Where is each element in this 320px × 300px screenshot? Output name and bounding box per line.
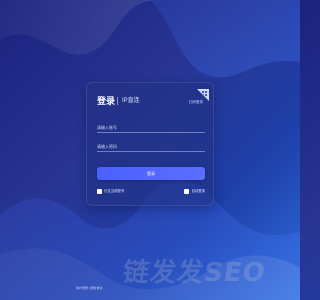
card-header: 登录 IP直连 扫码登录 bbox=[97, 89, 209, 111]
login-title: 登录 bbox=[97, 96, 116, 106]
remember-account-label: 记住当前账号 bbox=[104, 188, 125, 193]
auto-login-checkbox-icon[interactable] bbox=[184, 188, 190, 194]
footer-links[interactable]: 用户登录 | 服务协议 bbox=[76, 286, 102, 290]
remember-account-option[interactable]: 记住当前账号 bbox=[97, 187, 124, 195]
login-options: 记住当前账号 自动登录 bbox=[97, 187, 205, 195]
auto-login-option[interactable]: 自动登录 bbox=[184, 187, 205, 195]
remember-checkbox-icon[interactable] bbox=[97, 188, 102, 194]
auto-login-label: 自动登录 bbox=[191, 188, 205, 193]
title-divider bbox=[117, 97, 118, 105]
username-input[interactable] bbox=[97, 122, 205, 133]
login-card: 登录 IP直连 扫码登录 登录 记住当前账号 自动登录 bbox=[86, 82, 214, 206]
password-input[interactable] bbox=[97, 141, 205, 152]
watermark-logo: 链发发SEO bbox=[120, 258, 288, 294]
qr-code-icon[interactable] bbox=[195, 89, 209, 103]
ip-direct-tab[interactable]: IP直连 bbox=[122, 96, 140, 106]
watermark-text: 链发发SEO bbox=[120, 258, 268, 288]
login-button[interactable]: 登录 bbox=[97, 167, 205, 180]
